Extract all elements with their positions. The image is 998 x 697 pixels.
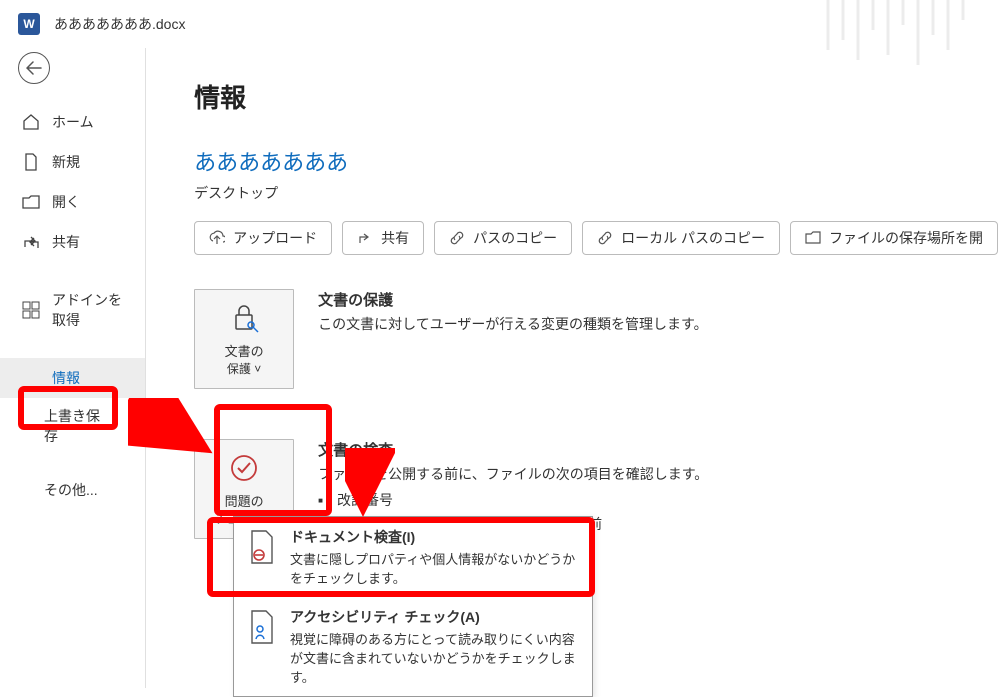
btn-label: ファイルの保存場所を開 (829, 228, 983, 248)
sidebar-item-share[interactable]: 共有 (0, 222, 145, 262)
upload-button[interactable]: アップロード (194, 221, 332, 255)
title-bar: W あああああああ.docx (0, 0, 998, 48)
btn-label-l1: 文書の (225, 341, 264, 360)
lock-key-icon (227, 301, 261, 335)
page-title: 情報 (194, 78, 998, 115)
sidebar-label: 新規 (52, 152, 80, 172)
section-desc: この文書に対してユーザーが行える変更の種類を管理します。 (318, 314, 707, 334)
sidebar-item-info[interactable]: 情報 (0, 358, 145, 398)
arrow-left-icon (26, 61, 42, 75)
open-file-location-button[interactable]: ファイルの保存場所を開 (790, 221, 998, 255)
dropdown-item-inspect-document[interactable]: ドキュメント検査(I) 文書に隠しプロパティや個人情報がないかどうかをチェックし… (234, 517, 592, 597)
doc-accessibility-icon (248, 609, 276, 645)
dropdown-title: アクセシビリティ チェック(A) (290, 609, 480, 625)
dropdown-title: ドキュメント検査(I) (290, 529, 415, 545)
section-body: 文書の保護 この文書に対してユーザーが行える変更の種類を管理します。 (318, 289, 707, 334)
blank-icon (22, 369, 40, 387)
link-icon (597, 230, 613, 246)
section-protect: 文書の 保護 ˅ 文書の保護 この文書に対してユーザーが行える変更の種類を管理し… (194, 289, 998, 389)
sidebar-label: 情報 (52, 368, 80, 388)
sidebar-item-open[interactable]: 開く (0, 182, 145, 222)
sidebar-label: アドインを取得 (52, 290, 123, 330)
new-doc-icon (22, 153, 40, 171)
bullet-text: 改訂番号 (337, 490, 393, 510)
document-location: デスクトップ (194, 183, 998, 203)
section-title: 文書の検査 (318, 439, 708, 460)
copy-local-path-button[interactable]: ローカル パスのコピー (582, 221, 780, 255)
addins-icon (22, 301, 40, 319)
btn-label: ローカル パスのコピー (621, 228, 765, 248)
btn-label-l2: 保護 (227, 362, 251, 376)
sidebar-item-home[interactable]: ホーム (0, 102, 145, 142)
dropdown-item-accessibility-check[interactable]: アクセシビリティ チェック(A) 視覚に障碍のある方にとって読み取りにくい内容が… (234, 597, 592, 696)
sidebar-item-new[interactable]: 新規 (0, 142, 145, 182)
inspect-check-icon (227, 451, 261, 485)
dropdown-desc: 視覚に障碍のある方にとって読み取りにくい内容が文書に含まれていないかどうかをチェ… (290, 632, 576, 685)
btn-label: 共有 (381, 228, 409, 248)
sidebar-label: 共有 (52, 232, 80, 252)
sidebar-label: 上書き保存 (44, 408, 100, 444)
back-button[interactable] (18, 52, 50, 84)
sidebar-item-other[interactable]: その他... (0, 472, 145, 508)
word-app-icon: W (18, 13, 40, 35)
protect-document-button[interactable]: 文書の 保護 ˅ (194, 289, 294, 389)
sidebar-item-save[interactable]: 上書き保存 (0, 398, 145, 454)
sidebar-label: 開く (52, 192, 80, 212)
btn-label: パスのコピー (473, 228, 557, 248)
sidebar-item-addins[interactable]: アドインを取得 (0, 280, 145, 340)
upload-icon (209, 230, 225, 246)
doc-inspect-icon (248, 529, 276, 565)
sidebar-label: ホーム (52, 112, 94, 132)
document-filename: あああああああ.docx (54, 14, 185, 34)
share-arrow-icon (357, 230, 373, 246)
section-title: 文書の保護 (318, 289, 707, 310)
chevron-down-icon: ˅ (254, 362, 261, 376)
share-button[interactable]: 共有 (342, 221, 424, 255)
document-title: あああああああ (194, 145, 998, 177)
section-desc: ファイルを公開する前に、ファイルの次の項目を確認します。 (318, 464, 708, 484)
backstage-sidebar: ホーム 新規 開く 共有 アドインを取得 情報 上書き保存 その他... (0, 48, 146, 688)
sidebar-label: その他... (44, 482, 98, 498)
home-icon (22, 113, 40, 131)
dropdown-desc: 文書に隠しプロパティや個人情報がないかどうかをチェックします。 (290, 552, 575, 586)
link-icon (449, 230, 465, 246)
copy-path-button[interactable]: パスのコピー (434, 221, 572, 255)
check-for-issues-dropdown: ドキュメント検査(I) 文書に隠しプロパティや個人情報がないかどうかをチェックし… (233, 516, 593, 697)
action-row: アップロード 共有 パスのコピー ローカル パスのコピー ファイルの保存場所を開 (194, 221, 998, 255)
btn-label: アップロード (233, 228, 317, 248)
share-icon (22, 233, 40, 251)
folder-open-icon (22, 193, 40, 211)
btn-label-l1: 問題の (225, 491, 264, 510)
folder-icon (805, 230, 821, 246)
